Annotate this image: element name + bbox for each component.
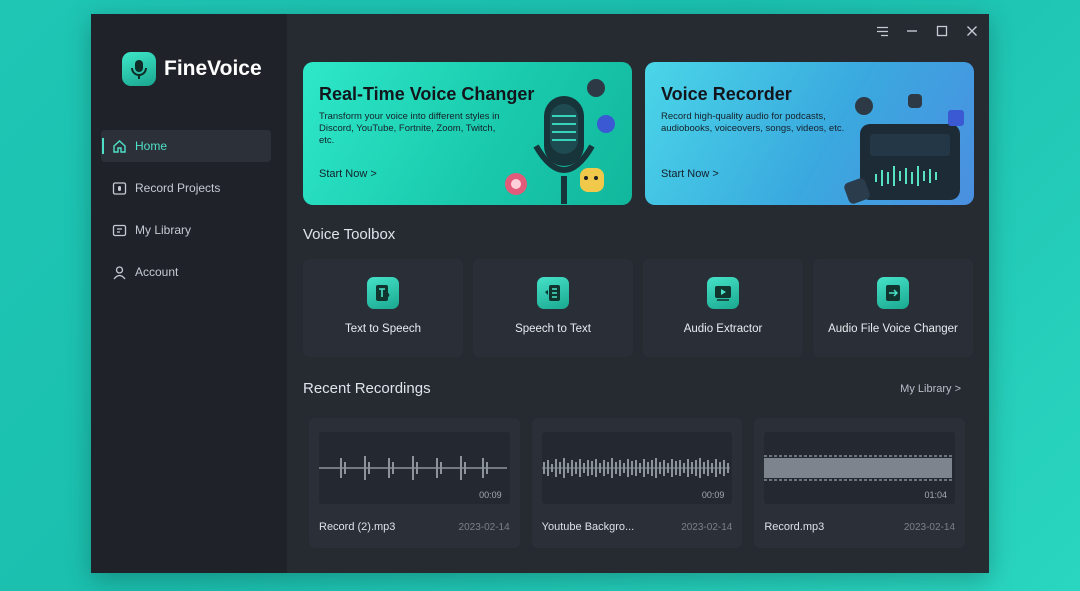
start-now-button[interactable]: Start Now > [319,168,377,180]
voice-changer-banner[interactable]: Real-Time Voice Changer Transform your v… [303,62,632,205]
sidebar: FineVoice Home Record Projects My Librar… [91,14,287,573]
voice-recorder-banner[interactable]: Voice Recorder Record high-quality audio… [645,62,974,205]
waveform: 00:09 [319,432,510,504]
recording-duration: 01:04 [924,490,948,500]
home-icon [111,138,127,154]
sidebar-item-label: Account [135,265,179,279]
sidebar-item-record-projects[interactable]: Record Projects [101,172,271,204]
text-to-speech-icon [367,277,399,309]
tool-label: Speech to Text [515,323,591,335]
sidebar-item-my-library[interactable]: My Library [101,214,271,246]
recording-duration: 00:09 [479,490,502,500]
speech-to-text-tool[interactable]: Speech to Text [473,259,633,357]
waveform: 00:09 [541,432,733,504]
my-library-link[interactable]: My Library > [900,383,961,395]
recording-name: Record.mp3 [764,521,825,533]
tool-label: Text to Speech [344,323,422,335]
audio-file-voice-changer-tool[interactable]: Audio File Voice Changer [813,259,973,357]
sidebar-item-account[interactable]: Account [101,256,271,288]
close-icon[interactable] [965,24,979,38]
recording-date: 2023-02-14 [681,522,733,533]
audio-file-voice-changer-icon [877,277,909,309]
speech-to-text-icon [537,277,569,309]
recording-duration: 00:09 [701,490,725,500]
tool-label: Audio Extractor [683,323,763,335]
window-controls [875,24,979,38]
app-window: FineVoice Home Record Projects My Librar… [91,14,989,573]
recent-recordings-title: Recent Recordings [303,380,431,397]
recording-name: Youtube Backgro... [541,521,635,533]
maximize-icon[interactable] [935,24,949,38]
sidebar-nav: Home Record Projects My Library Account [101,130,271,298]
waveform: 01:04 [764,432,956,504]
recording-card[interactable]: 01:04 Record.mp3 2023-02-14 [754,418,966,548]
record-icon [111,180,127,196]
banner-description: Record high-quality audio for podcasts, … [661,111,845,134]
text-to-speech-tool[interactable]: Text to Speech [303,259,463,357]
voice-toolbox-title: Voice Toolbox [303,226,396,243]
banner-title: Voice Recorder [661,84,792,104]
audio-extractor-icon [707,277,739,309]
tool-label: Audio File Voice Changer [828,323,958,335]
sidebar-item-home[interactable]: Home [101,130,271,162]
recording-card[interactable]: 00:09 Youtube Backgro... 2023-02-14 [531,418,743,548]
user-icon [111,264,127,280]
sidebar-item-label: Home [135,139,168,153]
audio-extractor-tool[interactable]: Audio Extractor [643,259,803,357]
start-now-button[interactable]: Start Now > [661,168,719,180]
microphone-logo-icon [122,52,156,86]
recent-recordings-list: 00:09 Record (2).mp3 2023-02-14 00:09 Yo… [309,418,966,548]
minimize-icon[interactable] [905,24,919,38]
menu-icon[interactable] [875,24,889,38]
banner-description: Transform your voice into different styl… [319,111,500,146]
recording-card[interactable]: 00:09 Record (2).mp3 2023-02-14 [309,418,520,548]
app-logo: FineVoice [122,52,262,86]
microphone-illustration-icon [496,76,626,205]
recording-date: 2023-02-14 [458,522,510,533]
recording-name: Record (2).mp3 [319,521,396,533]
recording-date: 2023-02-14 [903,522,956,533]
app-name: FineVoice [164,57,262,80]
voice-toolbox: Text to Speech Speech to Text Audio Extr… [303,259,973,357]
recorder-illustration-icon [838,76,968,205]
sidebar-item-label: My Library [135,223,192,237]
sidebar-item-label: Record Projects [135,181,221,195]
library-icon [111,222,127,238]
